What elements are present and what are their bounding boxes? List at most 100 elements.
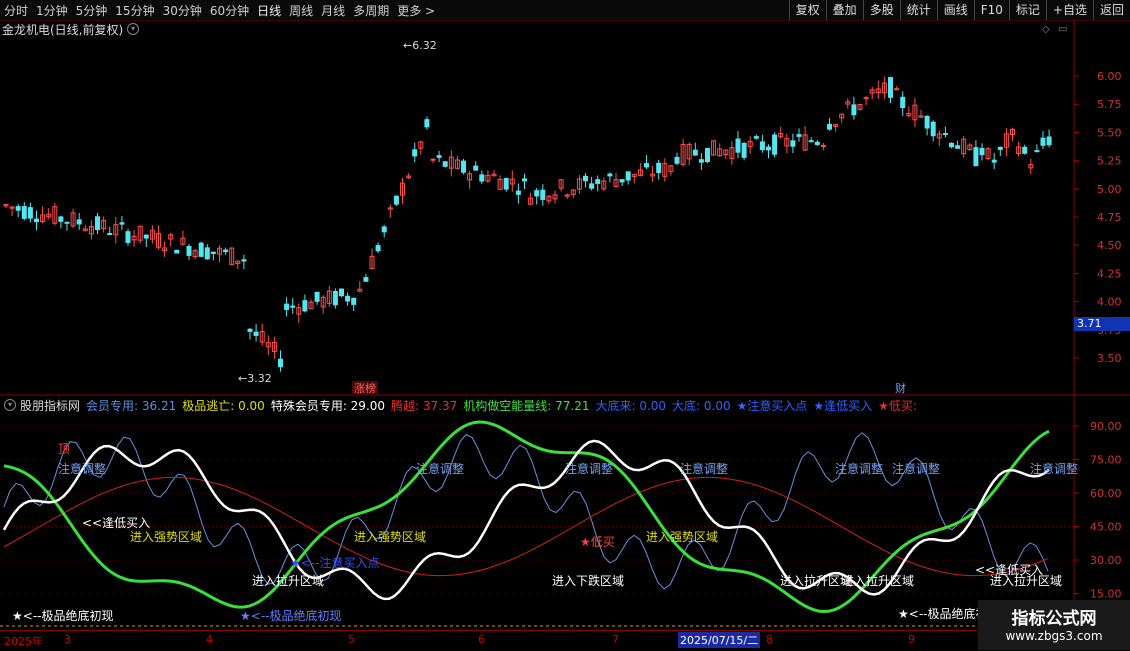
candle-body — [375, 245, 381, 252]
cai-label: 财 — [895, 381, 906, 395]
price-tick-label: 4.25 — [1097, 267, 1122, 280]
candle-body — [851, 104, 857, 116]
month-label: 9 — [908, 633, 915, 646]
candle-body — [979, 147, 985, 156]
price-tick-label: 5.75 — [1097, 98, 1122, 111]
indicator-menu-icon[interactable]: ▾ — [4, 399, 16, 411]
indicator-annotation: ★低买 — [580, 535, 615, 549]
candle-body — [479, 174, 485, 182]
candle-body — [247, 328, 253, 332]
candle-body — [314, 291, 320, 302]
candle-body — [991, 159, 997, 163]
indicator-tick-label: 75.00 — [1090, 454, 1122, 467]
candle-body — [924, 115, 930, 129]
indicator-annotation: 注意调整 — [892, 461, 940, 476]
price-tick-label: 5.50 — [1097, 126, 1122, 139]
candle-body — [540, 189, 546, 200]
candle-body — [735, 138, 741, 153]
selected-date: 2025/07/15/二 — [678, 632, 761, 648]
month-label: 5 — [348, 633, 355, 646]
candle-body — [973, 147, 979, 167]
price-tick-label: 5.25 — [1097, 155, 1122, 168]
candle-body — [363, 277, 369, 282]
month-label: 4 — [206, 633, 213, 646]
candle-body — [351, 297, 357, 305]
candle-body — [820, 144, 826, 147]
month-label: 3 — [64, 633, 71, 646]
indicator-value: 腾越: 37.37 — [391, 398, 458, 413]
kline-chart[interactable]: 6.005.755.505.255.004.754.504.254.003.75… — [0, 0, 1130, 650]
indicator-value: 会员专用: 36.21 — [86, 398, 177, 413]
indicator-value: 大底: 0.00 — [672, 398, 731, 413]
candle-body — [796, 134, 802, 137]
indicator-value: 特殊会员专用: 29.00 — [270, 398, 386, 413]
candle-body — [656, 162, 662, 173]
candle-body — [424, 119, 430, 128]
candle-body — [95, 216, 100, 231]
indicator-annotation: 进入拉升区域 — [252, 573, 324, 588]
candle-body — [522, 178, 527, 182]
indicator-value: ★逢低买入 — [813, 398, 873, 413]
candle-body — [186, 245, 192, 256]
candle-body — [766, 146, 771, 151]
candle-body — [253, 331, 259, 336]
indicator-tick-label: 30.00 — [1090, 554, 1122, 567]
indicator-value: ★注意买入点 — [736, 398, 808, 413]
candle-body — [1046, 136, 1052, 146]
price-tick-label: 4.50 — [1097, 239, 1122, 252]
indicator-name: 股朋指标网 — [20, 398, 81, 413]
candle-body — [223, 249, 229, 253]
indicator-value: 极品逃亡: 0.00 — [182, 398, 265, 413]
candle-body — [174, 249, 180, 254]
indicator-tick-label: 45.00 — [1090, 521, 1122, 534]
watermark-title: 指标公式网 — [1011, 609, 1097, 629]
candle-body — [15, 206, 21, 211]
candle-body — [21, 206, 27, 219]
candle-body — [827, 123, 832, 130]
month-label: 8 — [766, 633, 773, 646]
candle-body — [1022, 146, 1028, 154]
candle-body — [814, 141, 820, 145]
candle-body — [589, 183, 595, 189]
candle-body — [942, 133, 948, 136]
indicator-annotation: 注意调整 — [416, 461, 464, 476]
candle-body — [393, 195, 399, 205]
candle-body — [381, 226, 387, 233]
indicator-annotation: 注意调整 — [565, 461, 613, 476]
candle-body — [772, 134, 778, 155]
candle-body — [705, 147, 710, 163]
high-label: ←6.32 — [403, 39, 437, 52]
candle-body — [894, 88, 900, 91]
candle-body — [955, 145, 961, 149]
price-tick-label: 3.50 — [1097, 352, 1122, 365]
member-line — [3, 432, 1049, 590]
candle-body — [863, 97, 869, 100]
indicator-annotation: 进入下跌区域 — [552, 573, 624, 588]
indicator-value: 机构做空能量线: 77.21 — [463, 398, 590, 413]
candle-body — [692, 149, 698, 156]
candle-body — [595, 179, 601, 184]
candle-body — [583, 175, 588, 182]
candle-body — [107, 233, 113, 236]
candle-body — [430, 158, 436, 161]
price-tick-label: 5.00 — [1097, 183, 1122, 196]
month-label: 6 — [478, 633, 485, 646]
watermark-url: www.zbgs3.com — [1005, 629, 1103, 643]
indicator-annotation: ★<--极品绝底初现 — [240, 608, 341, 623]
candle-body — [442, 161, 448, 167]
candle-body — [332, 291, 338, 306]
indicator-value: 大底来: 0.00 — [595, 398, 667, 413]
candle-body — [278, 358, 283, 368]
candle-body — [888, 77, 893, 98]
candle-body — [34, 218, 39, 223]
candle-body — [997, 146, 1003, 150]
candle-body — [119, 222, 125, 225]
current-price-tag: 3.71 — [1074, 317, 1130, 331]
date-axis: 2025年 3 4 5 6 7 8 9 2025/07/15/二 — [0, 630, 1130, 651]
candle-body — [930, 121, 936, 137]
indicator-tick-label: 15.00 — [1090, 588, 1122, 601]
candle-body — [284, 303, 290, 310]
indicator-tick-label: 60.00 — [1090, 487, 1122, 500]
candle-body — [619, 179, 625, 183]
indicator-annotation: 注意调整 — [1030, 461, 1078, 476]
